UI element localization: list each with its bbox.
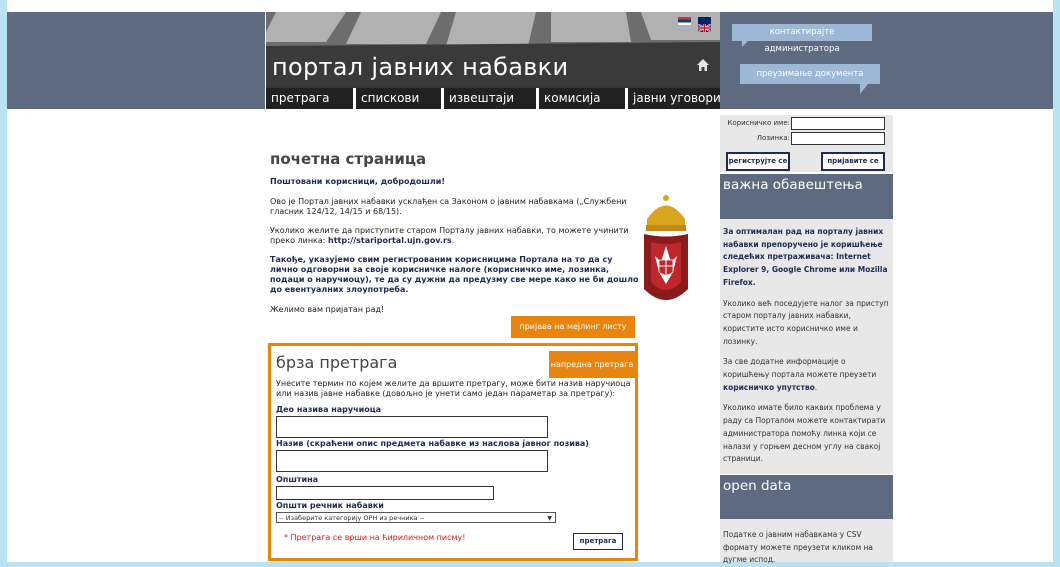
home-icon[interactable] [696, 58, 710, 72]
cpv-dictionary-label: Општи речник набавки [276, 501, 384, 510]
cpv-category-select[interactable]: -- Изаберите категорију ОРН из речника -… [276, 512, 556, 523]
open-data-body: Податке о јавним набавкама у CSV формату… [720, 519, 893, 564]
greeting-text: Поштовани корисници, добродошли! [270, 177, 446, 186]
password-label: Лозинка: [756, 134, 790, 142]
contact-admin-link[interactable]: контактирајте администратора [732, 24, 872, 54]
notices-heading: важна обавештења [720, 174, 893, 219]
download-documents-link[interactable]: преузимање документа [740, 64, 880, 84]
notice-browsers: За оптималан рад на порталу јавних набав… [723, 227, 888, 287]
open-data-heading: open data [720, 475, 893, 519]
register-button[interactable]: региструјте се [726, 152, 790, 171]
right-header-panel: контактирајте администратора преузимање … [720, 12, 893, 109]
mailing-list-button[interactable]: пријава на мејлинг листу [511, 316, 635, 338]
site-title[interactable]: портал јавних набавки [272, 53, 568, 81]
responsibility-paragraph: Такође, указујемо свим регистрованим кор… [270, 255, 639, 294]
contracting-authority-input[interactable] [276, 416, 548, 438]
nav-public-contracts[interactable]: јавни уговори [628, 88, 720, 109]
password-row: Лозинка: [720, 132, 893, 145]
notices-body: За оптималан рад на порталу јавних набав… [720, 219, 893, 474]
old-portal-paragraph: Уколико желите да приступите старом Порт… [270, 226, 629, 245]
nav-commission[interactable]: комисија [539, 88, 628, 109]
procurement-title-label: Назив (скраћени опис предмета набавке из… [276, 439, 589, 448]
login-panel: Корисничко име: Лозинка: региструјте се … [720, 115, 893, 172]
intro-paragraph: Ово је Портал јавних набавки усклађен са… [270, 197, 627, 216]
cyrillic-note: * Претрага се врши на ћириличном писму! [284, 533, 466, 542]
municipality-label: Општина [276, 475, 318, 484]
username-label: Корисничко име: [727, 119, 790, 127]
contracting-authority-label: Део назива наручиоца [276, 405, 382, 414]
serbian-flag-icon[interactable] [678, 17, 691, 25]
serbian-coat-of-arms-icon [644, 195, 688, 300]
password-input[interactable] [791, 132, 885, 145]
notice-manual: За све додатне информације о коришћењу п… [723, 357, 877, 392]
procurement-title-input[interactable] [276, 450, 548, 472]
main-content: почетна страница Поштовани корисници, до… [270, 150, 640, 315]
bubble-tail [742, 41, 748, 47]
old-portal-link[interactable]: http://stariportal.ujn.gov.rs [328, 236, 452, 245]
uk-flag-icon[interactable] [697, 17, 712, 33]
closing-text: Желимо вам пријатан рад! [270, 305, 385, 314]
page-title: почетна страница [270, 150, 427, 168]
username-row: Корисничко име: [720, 117, 893, 130]
uk-flag-graphic [697, 23, 712, 33]
quick-search-title: брза претрага [276, 353, 398, 372]
notice-old-account: Уколико већ поседујете налог за приступ … [723, 298, 889, 346]
header-band-left [7, 12, 265, 109]
search-instructions: Унесите термин по којем желите да вршите… [276, 379, 631, 398]
main-nav: претрага спискови извештаји комисија јав… [266, 88, 720, 109]
search-submit-button[interactable]: претрага [573, 533, 623, 550]
site-header: портал јавних набавки претрага спискови … [266, 12, 720, 109]
nav-reports[interactable]: извештаји [444, 88, 539, 109]
manual-link[interactable]: корисничко упутство [723, 383, 815, 392]
cpv-select-value: -- Изаберите категорију ОРН из речника -… [279, 514, 425, 522]
notice-problems: Уколико имате било каквих проблема у рад… [723, 403, 886, 464]
username-input[interactable] [791, 117, 885, 130]
nav-lists[interactable]: спискови [356, 88, 444, 109]
bubble-tail [860, 84, 868, 94]
quick-search-panel: брза претрага напредна претрага Унесите … [268, 343, 638, 561]
login-button[interactable]: пријавите се [821, 152, 885, 171]
header-band-right [893, 12, 1053, 109]
chevron-down-icon: ▼ [547, 515, 552, 522]
advanced-search-button[interactable]: напредна претрага [549, 351, 635, 378]
nav-search[interactable]: претрага [266, 88, 356, 109]
municipality-input[interactable] [276, 486, 494, 500]
